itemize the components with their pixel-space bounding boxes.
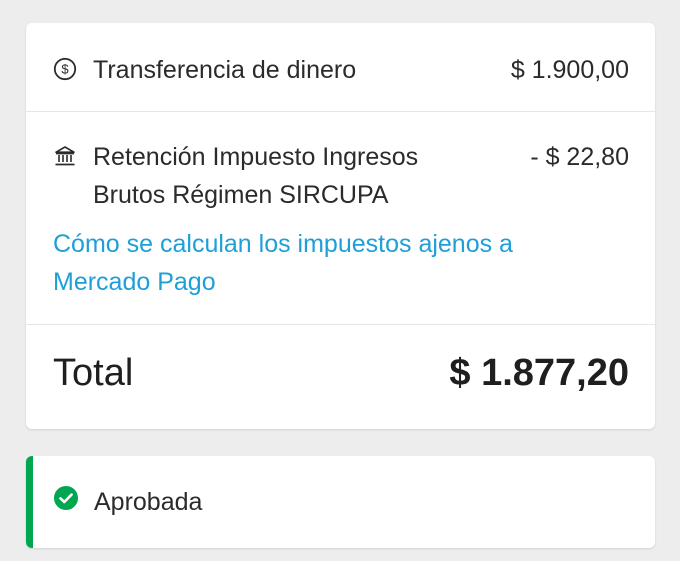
status-accent-bar	[26, 456, 33, 548]
check-circle-icon	[53, 485, 79, 511]
transfer-label: Transferencia de dinero	[93, 56, 357, 84]
retention-label-line2: Brutos Régimen SIRCUPA	[93, 181, 389, 209]
dollar-circle-icon: $	[53, 57, 77, 81]
status-label: Aprobada	[94, 488, 203, 516]
retention-row: Retención Impuesto Ingresos Brutos Régim…	[26, 112, 655, 324]
transfer-amount: $ 1.900,00	[510, 56, 629, 84]
total-amount: $ 1.877,20	[449, 352, 629, 394]
bank-icon	[53, 144, 77, 168]
status-card: Aprobada	[26, 456, 655, 548]
retention-label-line1: Retención Impuesto Ingresos	[93, 143, 419, 171]
transfer-row: $ Transferencia de dinero $ 1.900,00	[26, 23, 655, 111]
total-label: Total	[53, 352, 134, 394]
tax-calculation-link-line2[interactable]: Mercado Pago	[53, 263, 623, 301]
retention-amount: - $ 22,80	[530, 143, 629, 171]
payment-summary-card: $ Transferencia de dinero $ 1.900,00 Ret…	[26, 23, 655, 429]
svg-text:$: $	[61, 62, 69, 77]
divider	[26, 324, 655, 325]
tax-calculation-link-line1[interactable]: Cómo se calculan los impuestos ajenos a	[53, 225, 623, 263]
